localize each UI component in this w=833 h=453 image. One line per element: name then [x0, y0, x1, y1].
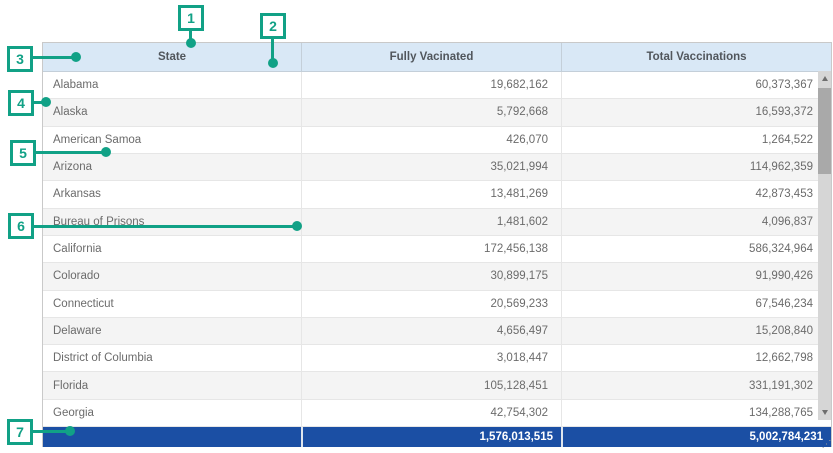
fully-vaccinated-cell: 35,021,994 — [301, 154, 561, 180]
total-vaccinations-cell: 60,373,367 — [561, 72, 831, 98]
state-cell: Delaware — [43, 318, 301, 344]
total-vaccinations-cell: 1,264,522 — [561, 127, 831, 153]
callout-dot-2 — [268, 58, 278, 68]
total-vaccinations-cell: 12,662,798 — [561, 345, 831, 371]
total-vaccinations-cell: 42,873,453 — [561, 181, 831, 207]
summary-state-cell — [43, 427, 301, 447]
annotation-marker-3: 3 — [7, 46, 33, 72]
annotation-marker-7: 7 — [7, 419, 33, 445]
callout-line-5 — [34, 151, 106, 154]
total-vaccinations-cell: 67,546,234 — [561, 291, 831, 317]
callout-dot-5 — [101, 147, 111, 157]
annotation-marker-4: 4 — [8, 90, 34, 116]
fully-vaccinated-cell: 42,754,302 — [301, 400, 561, 426]
total-vaccinations-cell: 91,990,426 — [561, 263, 831, 289]
table-row[interactable]: Delaware4,656,49715,208,840 — [43, 318, 831, 345]
fully-vaccinated-cell: 172,456,138 — [301, 236, 561, 262]
annotation-marker-6: 6 — [8, 213, 34, 239]
table-row[interactable]: Alabama19,682,16260,373,367 — [43, 72, 831, 99]
fully-vaccinated-cell: 20,569,233 — [301, 291, 561, 317]
callout-dot-1 — [186, 38, 196, 48]
column-header-state[interactable]: State — [43, 43, 301, 71]
state-cell: Alabama — [43, 72, 301, 98]
fully-vaccinated-cell: 426,070 — [301, 127, 561, 153]
table-row[interactable]: Alaska5,792,66816,593,372 — [43, 99, 831, 126]
table-row[interactable]: American Samoa426,0701,264,522 — [43, 127, 831, 154]
state-cell: Alaska — [43, 99, 301, 125]
state-cell: District of Columbia — [43, 345, 301, 371]
callout-dot-4 — [41, 97, 51, 107]
table-row[interactable]: California172,456,138586,324,964 — [43, 236, 831, 263]
callout-line-6 — [32, 225, 297, 228]
fully-vaccinated-cell: 30,899,175 — [301, 263, 561, 289]
total-vaccinations-cell: 114,962,359 — [561, 154, 831, 180]
screenshot-canvas: State Fully Vacinated Total Vaccinations… — [0, 0, 833, 453]
fully-vaccinated-cell: 13,481,269 — [301, 181, 561, 207]
state-cell: Bureau of Prisons — [43, 209, 301, 235]
summary-fully-vaccinated-cell: 1,576,013,515 — [301, 427, 561, 447]
total-vaccinations-cell: 331,191,302 — [561, 372, 831, 398]
column-header-fully-vaccinated[interactable]: Fully Vacinated — [301, 43, 561, 71]
table-row[interactable]: Arizona35,021,994114,962,359 — [43, 154, 831, 181]
table-row[interactable]: Colorado30,899,17591,990,426 — [43, 263, 831, 290]
table-row[interactable]: Connecticut20,569,23367,546,234 — [43, 291, 831, 318]
table-row[interactable]: Florida105,128,451331,191,302 — [43, 372, 831, 399]
resize-grip-icon[interactable]: ⋰ — [821, 439, 832, 450]
table-body: Alabama19,682,16260,373,367Alaska5,792,6… — [43, 72, 831, 427]
fully-vaccinated-cell: 19,682,162 — [301, 72, 561, 98]
column-header-total-vaccinations[interactable]: Total Vaccinations — [561, 43, 831, 71]
total-vaccinations-cell: 134,288,765 — [561, 400, 831, 426]
state-cell: Colorado — [43, 263, 301, 289]
scroll-up-arrow-icon[interactable] — [818, 71, 831, 86]
table-header-row: State Fully Vacinated Total Vaccinations — [43, 43, 831, 72]
fully-vaccinated-cell: 3,018,447 — [301, 345, 561, 371]
annotation-marker-2: 2 — [260, 13, 286, 39]
callout-dot-3 — [71, 52, 81, 62]
fully-vaccinated-cell: 4,656,497 — [301, 318, 561, 344]
state-cell: Florida — [43, 372, 301, 398]
callout-dot-6 — [292, 221, 302, 231]
table-row[interactable]: Arkansas13,481,26942,873,453 — [43, 181, 831, 208]
table-row[interactable]: Georgia42,754,302134,288,765 — [43, 400, 831, 427]
summary-row: 1,576,013,515 5,002,784,231 — [43, 427, 831, 447]
callout-line-3 — [31, 56, 76, 59]
fully-vaccinated-cell: 5,792,668 — [301, 99, 561, 125]
state-cell: California — [43, 236, 301, 262]
annotation-marker-1: 1 — [178, 5, 204, 31]
state-cell: Arizona — [43, 154, 301, 180]
attribute-table: State Fully Vacinated Total Vaccinations… — [42, 42, 832, 447]
state-cell: Georgia — [43, 400, 301, 426]
state-cell: Connecticut — [43, 291, 301, 317]
total-vaccinations-cell: 4,096,837 — [561, 209, 831, 235]
state-cell: American Samoa — [43, 127, 301, 153]
vertical-scrollbar[interactable] — [818, 71, 831, 420]
scroll-down-arrow-icon[interactable] — [818, 405, 831, 420]
fully-vaccinated-cell: 105,128,451 — [301, 372, 561, 398]
fully-vaccinated-cell: 1,481,602 — [301, 209, 561, 235]
total-vaccinations-cell: 15,208,840 — [561, 318, 831, 344]
annotation-marker-5: 5 — [10, 140, 36, 166]
state-cell: Arkansas — [43, 181, 301, 207]
summary-total-vaccinations-cell: 5,002,784,231 — [561, 427, 831, 447]
total-vaccinations-cell: 16,593,372 — [561, 99, 831, 125]
table-row[interactable]: District of Columbia3,018,44712,662,798 — [43, 345, 831, 372]
table-row[interactable]: Bureau of Prisons1,481,6024,096,837 — [43, 209, 831, 236]
callout-dot-7 — [65, 426, 75, 436]
total-vaccinations-cell: 586,324,964 — [561, 236, 831, 262]
scrollbar-thumb[interactable] — [818, 88, 831, 174]
